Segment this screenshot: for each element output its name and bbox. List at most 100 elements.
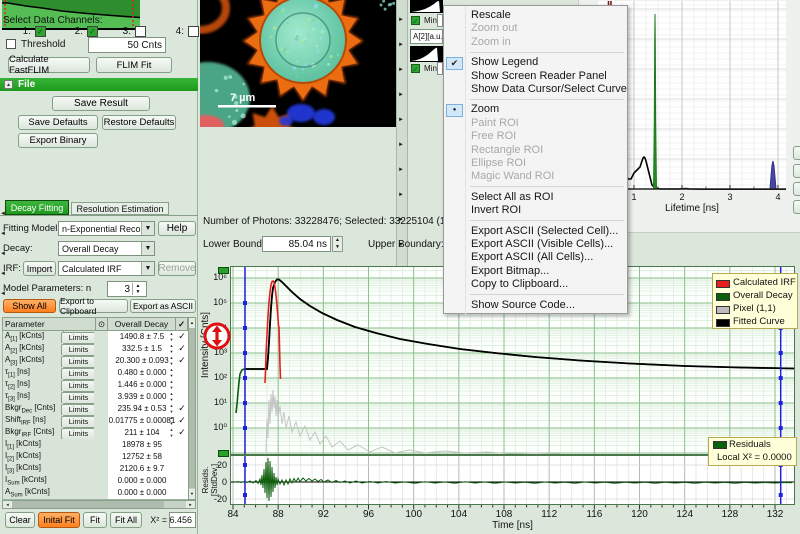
menu-item-magic-wand-roi[interactable]: Magic Wand ROI	[444, 170, 627, 183]
spinner-icon[interactable]: ▲▼	[167, 415, 176, 427]
channel-formula-field[interactable]: A[2][a.u.]	[410, 29, 443, 44]
plot-handle[interactable]	[218, 450, 229, 457]
menu-item-show-legend[interactable]: Show Legend✔	[444, 56, 627, 69]
file-section-header[interactable]: ▲ File	[0, 78, 198, 91]
menu-item-export-ascii-visible-cells[interactable]: Export ASCII (Visible Cells)...	[444, 238, 627, 251]
flim-fit-button[interactable]: FLIM Fit	[96, 57, 172, 73]
calculate-fastflim-button[interactable]: Calculate FastFLIM	[8, 57, 90, 73]
save-defaults-button[interactable]: Save Defaults	[18, 115, 98, 130]
splitter-arrow-icon[interactable]: ►	[398, 41, 406, 49]
menu-item-copy-to-clipboard[interactable]: Copy to Clipboard...	[444, 278, 627, 291]
spinner-icon[interactable]: ▲▼	[167, 355, 176, 367]
menu-item-rectangle-roi[interactable]: Rectangle ROI	[444, 144, 627, 157]
decay-dropdown[interactable]: Overall Decay ▼	[58, 241, 155, 256]
splitter-arrow-icon[interactable]: ►	[398, 91, 406, 99]
splitter-arrow-icon[interactable]: ►	[398, 116, 406, 124]
initial-fit-button[interactable]: Inital Fit	[38, 512, 80, 528]
splitter-arrow-icon[interactable]: ►	[398, 141, 406, 149]
channel-checkbox[interactable]: ✓	[35, 26, 46, 37]
menu-item-paint-roi[interactable]: Paint ROI	[444, 117, 627, 130]
splitter-arrow-icon[interactable]: ►	[398, 166, 406, 174]
tab-resolution-estimation[interactable]: Resolution Estimation	[71, 202, 169, 215]
spinner-icon[interactable]: ▲▼	[332, 236, 343, 252]
scroll-down-icon[interactable]: ▼	[189, 489, 195, 499]
collapse-arrow-icon[interactable]: ◄	[0, 230, 6, 238]
scroll-thumb[interactable]	[12, 501, 164, 508]
splitter-arrow-icon[interactable]: ►	[398, 66, 406, 74]
fit-button[interactable]: Fit	[83, 512, 107, 528]
fitting-model-dropdown[interactable]: n-Exponential Reconvolution ▼	[58, 221, 155, 236]
menu-item-zoom-in[interactable]: Zoom in	[444, 36, 627, 49]
spinner-icon[interactable]: ▲▼	[167, 403, 176, 415]
channel-min-checkbox[interactable]: ✓	[411, 16, 420, 25]
link-icon[interactable]: ⊙	[96, 317, 108, 331]
save-result-button[interactable]: Save Result	[52, 96, 150, 111]
restore-defaults-button[interactable]: Restore Defaults	[102, 115, 176, 130]
tab-decay-fitting[interactable]: Decay Fitting	[5, 200, 69, 215]
menu-item-export-ascii-all-cells[interactable]: Export ASCII (All Cells)...	[444, 251, 627, 264]
scroll-thumb[interactable]	[189, 328, 195, 488]
side-panel-button[interactable]	[793, 200, 800, 214]
channel-checkbox[interactable]: ✓	[87, 26, 98, 37]
spinner-icon[interactable]: ▲▼	[167, 331, 176, 343]
threshold-checkbox[interactable]	[6, 39, 16, 49]
chevron-down-icon[interactable]: ▼	[141, 222, 154, 235]
splitter-arrow-icon[interactable]: ►	[398, 191, 406, 199]
irf-remove-button[interactable]: Remove	[158, 261, 196, 276]
irf-dropdown[interactable]: Calculated IRF ▼	[58, 261, 155, 276]
collapse-arrow-icon[interactable]: ◄	[0, 250, 6, 258]
menu-item-invert-roi[interactable]: Invert ROI	[444, 204, 627, 217]
parameter-value[interactable]: 0.000 ± 0.000	[108, 487, 177, 500]
collapse-arrow-icon[interactable]: ◄	[0, 210, 6, 218]
clear-button[interactable]: Clear	[5, 512, 35, 528]
menu-item-zoom-out[interactable]: Zoom out	[444, 22, 627, 35]
axis-pan-icon[interactable]	[202, 320, 232, 352]
spinner-icon[interactable]: ▲▼	[167, 343, 176, 355]
scroll-right-icon[interactable]: ►	[186, 501, 195, 508]
lower-boundary-field[interactable]: 85.04 ns	[262, 236, 331, 252]
help-button[interactable]: Help	[158, 221, 196, 236]
collapse-arrow-icon[interactable]: ◄	[0, 270, 6, 278]
side-panel-button[interactable]	[793, 164, 800, 178]
menu-item-show-data-cursor-select-curve[interactable]: Show Data Cursor/Select Curve	[444, 83, 627, 96]
plot-handle[interactable]	[218, 267, 229, 274]
channel-histogram-thumbnail[interactable]	[410, 0, 443, 13]
collapse-icon[interactable]: ▲	[4, 80, 13, 89]
side-panel-button[interactable]	[793, 146, 800, 160]
spinner-icon[interactable]: ▲▼	[167, 427, 176, 439]
export-binary-button[interactable]: Export Binary	[18, 133, 98, 148]
table-horizontal-scrollbar[interactable]: ◄ ►	[2, 500, 196, 509]
spinner-icon[interactable]: ▲▼	[167, 391, 176, 403]
spinner-icon[interactable]: ▲▼	[167, 367, 176, 379]
table-vertical-scrollbar[interactable]: ▲ ▼	[188, 317, 196, 500]
collapse-arrow-icon[interactable]: ◄	[0, 290, 6, 298]
menu-item-zoom[interactable]: Zoom●	[444, 103, 627, 116]
side-panel-button[interactable]	[793, 182, 800, 196]
scroll-up-icon[interactable]: ▲	[189, 318, 195, 328]
splitter-arrow-icon[interactable]: ►	[398, 16, 406, 24]
menu-item-show-source-code[interactable]: Show Source Code...	[444, 299, 627, 312]
fit-all-button[interactable]: Fit All	[110, 512, 142, 528]
spinner-icon[interactable]: ▲▼	[167, 379, 176, 391]
menu-item-export-ascii-selected-cell[interactable]: Export ASCII (Selected Cell)...	[444, 225, 627, 238]
scroll-left-icon[interactable]: ◄	[3, 501, 12, 508]
channel-checkbox[interactable]	[135, 26, 146, 37]
menu-item-ellipse-roi[interactable]: Ellipse ROI	[444, 157, 627, 170]
panel-collapse-arrows[interactable]: ◄ ◄ ◄ ◄ ◄	[0, 210, 6, 320]
channel-min-checkbox[interactable]: ✓	[411, 64, 420, 73]
chevron-down-icon[interactable]: ▼	[141, 262, 154, 275]
irf-import-button[interactable]: Import	[23, 261, 56, 276]
show-all-button[interactable]: Show All	[3, 299, 56, 313]
menu-item-export-bitmap[interactable]: Export Bitmap...	[444, 265, 627, 278]
menu-item-rescale[interactable]: Rescale	[444, 9, 627, 22]
microscopy-image[interactable]: 7 µm	[200, 0, 396, 127]
export-to-clipboard-button[interactable]: Export to Clipboard	[59, 299, 128, 313]
threshold-value-field[interactable]: 50 Cnts	[88, 37, 166, 53]
menu-item-show-screen-reader-panel[interactable]: Show Screen Reader Panel	[444, 70, 627, 83]
channel-checkbox[interactable]	[188, 26, 199, 37]
chevron-down-icon[interactable]: ▼	[141, 242, 154, 255]
menu-item-select-all-as-roi[interactable]: Select All as ROI	[444, 191, 627, 204]
spinner-icon[interactable]: ▲▼	[132, 283, 143, 295]
export-as-ascii-button[interactable]: Export as ASCII	[130, 299, 196, 313]
channel-histogram-thumbnail[interactable]	[410, 46, 443, 62]
